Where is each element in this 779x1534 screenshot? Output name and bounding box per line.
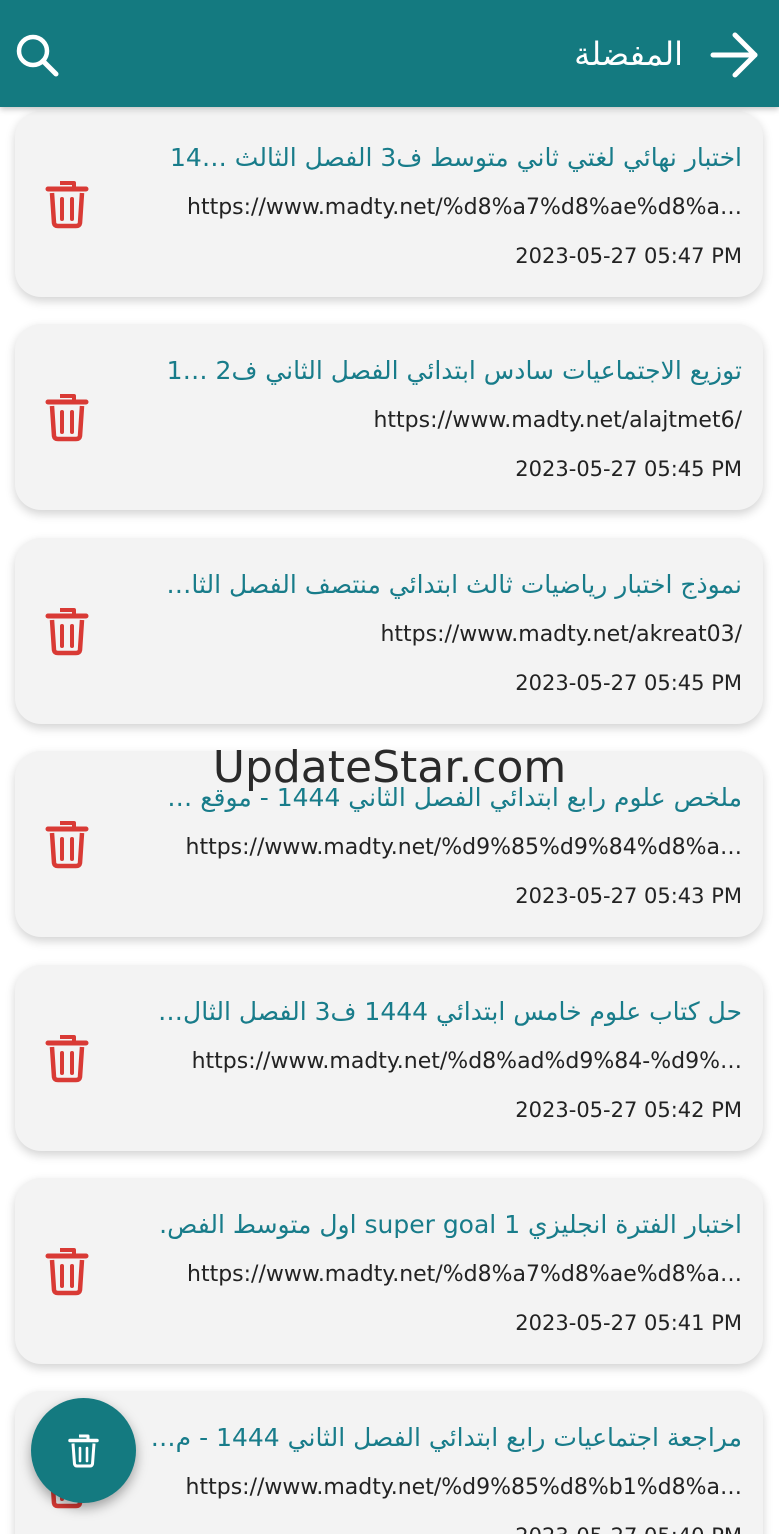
item-title: ملخص علوم رابع ابتدائي الفصل الثاني 1444… (167, 783, 742, 812)
favorites-screen: المفضلة اختبار نهائي لغتي ثاني متوسط ف3 … (0, 0, 779, 1534)
item-date: 2023-05-27 05:41 PM (515, 1311, 742, 1335)
page-title: المفضلة (574, 35, 683, 73)
item-title: نموذج اختبار رياضيات ثالث ابتدائي منتصف … (166, 570, 742, 599)
favorites-list[interactable]: اختبار نهائي لغتي ثاني متوسط ف3 الفصل ال… (0, 107, 779, 1534)
list-item[interactable]: حل كتاب علوم خامس ابتدائي 1444 ف3 الفصل … (15, 965, 763, 1151)
item-url: https://www.madty.net/akreat03/ (380, 622, 742, 647)
list-item[interactable]: نموذج اختبار رياضيات ثالث ابتدائي منتصف … (15, 538, 763, 724)
item-url: https://www.madty.net/%d8%a7%d8%ae%d8%a… (187, 1262, 742, 1287)
item-url: https://www.madty.net/%d8%a7%d8%ae%d8%a… (187, 195, 742, 220)
delete-all-button[interactable] (31, 1398, 136, 1503)
list-item[interactable]: توزيع الاجتماعيات سادس ابتدائي الفصل الث… (15, 324, 763, 510)
item-date: 2023-05-27 05:47 PM (515, 244, 742, 268)
trash-icon (68, 1434, 99, 1468)
item-url: https://www.madty.net/%d9%85%d8%b1%d8%a… (185, 1475, 742, 1500)
delete-icon[interactable] (45, 1033, 89, 1083)
item-date: 2023-05-27 05:42 PM (515, 1098, 742, 1122)
item-url: https://www.madty.net/%d8%ad%d9%84-%d9%… (191, 1049, 742, 1074)
item-date: 2023-05-27 05:43 PM (515, 884, 742, 908)
item-url: https://www.madty.net/alajtmet6/ (373, 408, 742, 433)
list-item[interactable]: اختبار الفترة انجليزي super goal 1 اول م… (15, 1178, 763, 1364)
item-title: مراجعة اجتماعيات رابع ابتدائي الفصل الثا… (150, 1423, 742, 1452)
item-url: https://www.madty.net/%d9%85%d9%84%d8%a… (185, 835, 743, 860)
app-bar: المفضلة (0, 0, 779, 107)
delete-icon[interactable] (45, 392, 89, 442)
delete-icon[interactable] (45, 179, 89, 229)
search-icon[interactable] (14, 32, 60, 78)
item-title: اختبار نهائي لغتي ثاني متوسط ف3 الفصل ال… (170, 143, 742, 172)
list-item[interactable]: اختبار نهائي لغتي ثاني متوسط ف3 الفصل ال… (15, 111, 763, 297)
item-title: حل كتاب علوم خامس ابتدائي 1444 ف3 الفصل … (158, 997, 742, 1026)
item-date: 2023-05-27 05:45 PM (515, 457, 742, 481)
delete-icon[interactable] (45, 606, 89, 656)
item-date: 2023-05-27 05:40 PM (515, 1521, 742, 1534)
arrow-right-icon[interactable] (709, 29, 761, 81)
item-date: 2023-05-27 05:45 PM (515, 671, 742, 695)
delete-icon[interactable] (45, 819, 89, 869)
list-item[interactable]: ملخص علوم رابع ابتدائي الفصل الثاني 1444… (15, 751, 763, 937)
item-title: اختبار الفترة انجليزي super goal 1 اول م… (159, 1210, 742, 1239)
item-title: توزيع الاجتماعيات سادس ابتدائي الفصل الث… (166, 356, 742, 385)
delete-icon[interactable] (45, 1246, 89, 1296)
